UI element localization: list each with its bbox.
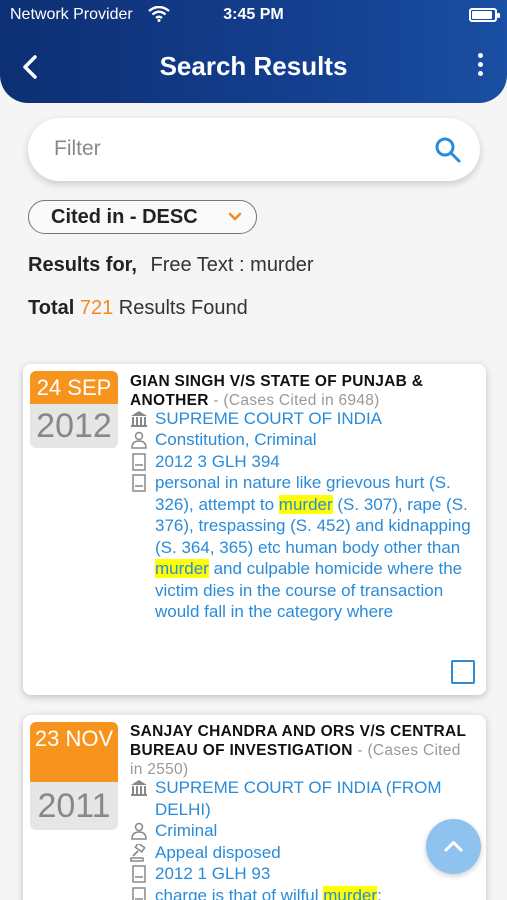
court-icon <box>131 411 147 427</box>
battery-icon <box>469 8 500 22</box>
court-name: SUPREME COURT OF INDIA (FROM DELHI) <box>155 778 442 819</box>
search-icon[interactable] <box>434 136 462 164</box>
highlight: murder <box>323 886 378 900</box>
citation-row: 2012 3 GLH 394 <box>130 451 475 473</box>
citation: 2012 3 GLH 394 <box>155 452 280 471</box>
snippet-text: personal in nature like grievous hurt (S… <box>155 473 471 621</box>
date-year: 2011 <box>30 782 118 830</box>
court-row: SUPREME COURT OF INDIA <box>130 408 475 430</box>
citation-row: 2012 1 GLH 93 <box>130 863 475 885</box>
results-label: Results for, <box>28 254 137 276</box>
highlight: murder <box>278 494 333 514</box>
results-query: Results for, Free Text : murder <box>28 254 314 277</box>
case-title-block: SANJAY CHANDRA AND ORS V/S CENTRAL BUREA… <box>130 722 475 779</box>
filter-input[interactable] <box>54 132 414 166</box>
date-month-day: 24 SEP <box>30 371 118 404</box>
snippet-text: charge is that of wilful murder; <box>155 885 475 900</box>
total-count: 721 <box>79 297 114 319</box>
snippet-icon <box>132 887 146 900</box>
category-row: Constitution, Criminal <box>130 429 475 451</box>
highlight: murder <box>155 559 209 578</box>
court-icon <box>131 780 147 796</box>
clock: 3:45 PM <box>223 6 284 23</box>
date-month-day: 23 NOV <box>30 722 118 782</box>
date-year: 2012 <box>30 404 118 448</box>
court-name: SUPREME COURT OF INDIA <box>155 409 383 428</box>
date-badge: 23 NOV 2011 <box>30 722 118 830</box>
result-card[interactable]: 24 SEP 2012 GIAN SINGH V/S STATE OF PUNJ… <box>23 364 486 695</box>
cases-cited: - (Cases Cited in 6948) <box>213 392 380 409</box>
gavel-icon <box>130 844 146 862</box>
total-suffix: Results Found <box>118 297 248 319</box>
scroll-top-button[interactable] <box>426 819 481 874</box>
status-bar: Network Provider 3:45 PM <box>0 0 507 30</box>
category-row: Criminal <box>130 820 475 842</box>
citation: 2012 1 GLH 93 <box>155 864 271 883</box>
snippet-row: charge is that of wilful murder; <box>130 885 475 900</box>
select-checkbox[interactable] <box>451 660 475 684</box>
filter-bar <box>28 118 480 181</box>
date-badge: 24 SEP 2012 <box>30 371 118 448</box>
page-title: Search Results <box>159 51 348 81</box>
citation-icon <box>132 453 146 471</box>
snippet-icon <box>132 474 146 492</box>
case-category: Constitution, Criminal <box>155 430 317 449</box>
court-row: SUPREME COURT OF INDIA (FROM DELHI) <box>130 777 475 820</box>
navigation-bar: Search Results <box>0 40 507 92</box>
category-icon <box>131 431 147 449</box>
disposition-row: Appeal disposed <box>130 842 475 864</box>
sort-label: Cited in - DESC <box>51 206 198 228</box>
sort-dropdown[interactable]: Cited in - DESC <box>28 200 257 234</box>
app-header: Network Provider 3:45 PM Search Results <box>0 0 507 103</box>
result-card[interactable]: 23 NOV 2011 SANJAY CHANDRA AND ORS V/S C… <box>23 715 486 900</box>
more-vertical-icon[interactable] <box>475 53 485 79</box>
results-query-value: Free Text : murder <box>150 254 314 276</box>
scroll-top-icon <box>444 841 463 852</box>
case-title-block: GIAN SINGH V/S STATE OF PUNJAB & ANOTHER… <box>130 372 475 410</box>
category-icon <box>131 822 147 840</box>
citation-icon <box>132 865 146 883</box>
snippet-row: personal in nature like grievous hurt (S… <box>130 472 475 623</box>
results-total: Total 721 Results Found <box>28 297 248 320</box>
total-label: Total <box>28 297 75 319</box>
chevron-down-icon <box>228 212 242 221</box>
